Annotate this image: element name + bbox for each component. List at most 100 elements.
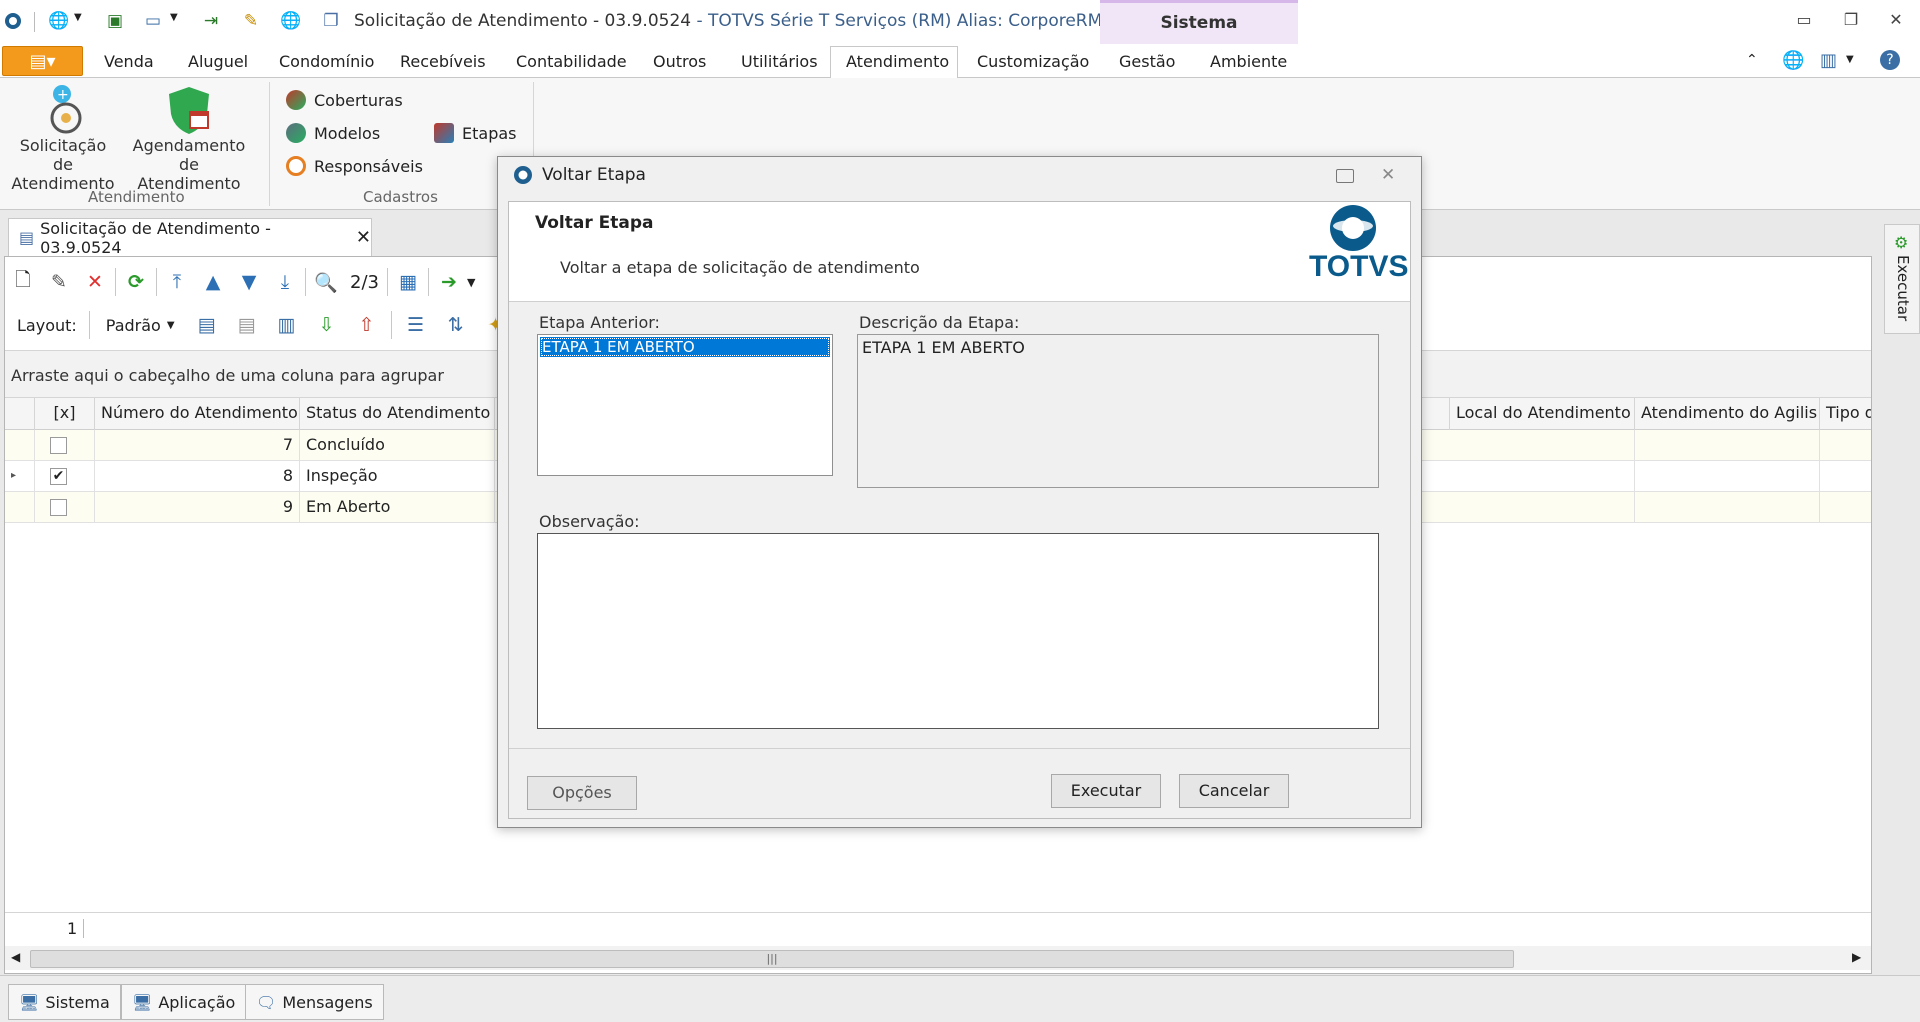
file-menu-button[interactable]: ▤▾ [2,46,83,76]
globe-dropdown-icon[interactable]: 🌐 [48,10,70,32]
run-icon[interactable]: ⇥ [200,10,222,32]
etapas-label: Etapas [462,123,517,143]
context-tab-sistema[interactable]: Sistema [1100,0,1298,44]
taskbar-aplicacao[interactable]: 🖥 Aplicação [121,984,247,1020]
coberturas-label: Coberturas [314,90,403,110]
menu-aluguel[interactable]: Aluguel [188,52,248,71]
filter-icon[interactable]: ☰ [398,309,434,341]
chevron-down-icon[interactable]: ▼ [1846,54,1854,65]
menu-ambiente[interactable]: Ambiente [1210,52,1287,71]
refresh-icon[interactable]: ⟳ [118,266,154,298]
menu-contabilidade[interactable]: Contabilidade [516,52,627,71]
delete-record-icon[interactable]: ✕ [77,266,113,298]
menu-customizacao[interactable]: Customização [977,52,1089,71]
close-tab-icon[interactable]: ✕ [356,227,371,248]
columns-icon[interactable]: ▥ [269,309,305,341]
taskbar-mensagens[interactable]: 🗨 Mensagens [245,984,384,1020]
scrollbar-thumb[interactable]: ||| [30,950,1514,968]
modelos-command[interactable]: Modelos [286,123,380,143]
row-indicator [5,492,35,523]
tools-icon[interactable]: ✎ [240,10,262,32]
cancelar-button[interactable]: Cancelar [1179,774,1289,808]
dialog-restore-icon[interactable] [1336,169,1354,183]
solicitacao-atendimento-button[interactable]: + Solicitação de Atendimento [10,84,116,193]
help-globe-icon[interactable]: 🌐 [1782,50,1804,71]
dialog-window-title: Voltar Etapa [542,165,646,185]
chevron-down-icon[interactable]: ▼ [170,12,178,23]
dialog-close-icon[interactable]: ✕ [1381,165,1395,185]
copy-icon[interactable]: ❐ [320,10,342,32]
menu-gestao[interactable]: Gestão [1119,52,1175,71]
observacao-textarea[interactable] [537,533,1379,729]
layout-toolbar: Layout: Padrão ▼ ▤ ▤ ▥ ⇩ ⇧ ☰ ⇅ ✦ [5,308,514,342]
save-layout-icon[interactable]: ▤ [189,309,225,341]
previous-record-icon[interactable]: ▲ [195,266,231,298]
list-item-etapa-1[interactable]: ETAPA 1 EM ABERTO [540,337,830,357]
collapse-ribbon-icon[interactable]: ⌃ [1746,52,1758,68]
opcoes-button[interactable]: Opções [527,776,637,810]
record-counter: 2/3 [350,271,379,293]
agendamento-atendimento-button[interactable]: Agendamento de Atendimento [124,84,254,193]
sort-icon[interactable]: ⇅ [438,309,474,341]
select-all-header[interactable]: [x] [35,398,95,430]
chevron-down-icon[interactable]: ▼ [467,276,475,289]
first-record-icon[interactable]: ⤒ [159,266,195,298]
header-status-atendimento[interactable]: Status do Atendimento [300,398,495,430]
layout-icon[interactable]: ▥ [1820,50,1837,71]
etapa-anterior-list[interactable]: ETAPA 1 EM ABERTO [537,334,833,476]
grid-footer: 1 [5,912,1871,944]
menu-recebiveis[interactable]: Recebíveis [400,52,486,71]
help-icon[interactable]: ? [1880,50,1900,70]
header-atendimento-agilis[interactable]: Atendimento do Agilis [1635,398,1820,430]
executar-button[interactable]: Executar [1051,774,1161,808]
document-tab[interactable]: ▤ Solicitação de Atendimento - 03.9.0524… [8,218,372,257]
delete-layout-icon[interactable]: ▤ [229,309,265,341]
chevron-down-icon[interactable]: ▼ [74,12,82,23]
app-logo-icon[interactable] [2,10,24,32]
side-panel-executar[interactable]: ⚙ Executar [1884,224,1920,334]
menu-venda[interactable]: Venda [104,52,154,71]
cell-agilis [1635,461,1820,492]
layout-select[interactable]: Padrão [96,316,163,335]
separator [115,268,116,296]
search-icon[interactable]: 🔍 [308,266,344,298]
menu-outros[interactable]: Outros [653,52,706,71]
menu-utilitarios[interactable]: Utilitários [741,52,818,71]
taskbar-sistema[interactable]: 🖥 Sistema [8,984,121,1020]
import-layout-icon[interactable]: ⇩ [309,309,345,341]
close-window-icon[interactable]: ✕ [1883,10,1909,32]
schedule-shield-icon [164,84,214,136]
scroll-left-icon[interactable]: ◀ [11,950,20,964]
etapas-command[interactable]: Etapas [434,123,516,143]
menu-condominio[interactable]: Condomínio [279,52,374,71]
minimize-icon[interactable]: ▭ [1791,10,1817,32]
checkbox-cell [35,430,95,461]
last-record-icon[interactable]: ⤓ [267,266,303,298]
cell-agilis [1635,492,1820,523]
process-icon[interactable]: ➔ [431,266,467,298]
dialog-header-title: Voltar Etapa [535,213,654,233]
dialog-footer-divider [509,748,1410,749]
totvs-logo-text: TOTVS [1309,250,1409,283]
web-icon[interactable]: 🌐 [280,10,302,32]
chevron-down-icon[interactable]: ▼ [167,320,185,331]
cell-local [1450,430,1635,461]
export-layout-icon[interactable]: ⇧ [349,309,385,341]
responsaveis-command[interactable]: Responsáveis [286,156,423,176]
descricao-etapa-field[interactable]: ETAPA 1 EM ABERTO [857,334,1379,488]
window-layout-icon[interactable]: ▭ [142,10,164,32]
grid-view-icon[interactable]: ▦ [390,266,426,298]
header-local-atendimento[interactable]: Local do Atendimento [1450,398,1635,430]
new-window-icon[interactable]: ▣ [104,10,126,32]
menu-atendimento[interactable]: Atendimento [846,52,949,71]
next-record-icon[interactable]: ▼ [231,266,267,298]
application-icon: 🖥 [132,992,153,1012]
coberturas-command[interactable]: Coberturas [286,90,403,110]
scroll-right-icon[interactable]: ▶ [1852,950,1861,964]
edit-record-icon[interactable]: ✎ [41,266,77,298]
new-record-icon[interactable]: 🗋 [5,266,41,298]
cell-status: Inspeção [300,461,495,492]
header-tipo[interactable]: Tipo de [1820,398,1871,430]
restore-icon[interactable]: ❐ [1838,10,1864,32]
header-numero-atendimento[interactable]: Número do Atendimento [95,398,300,430]
